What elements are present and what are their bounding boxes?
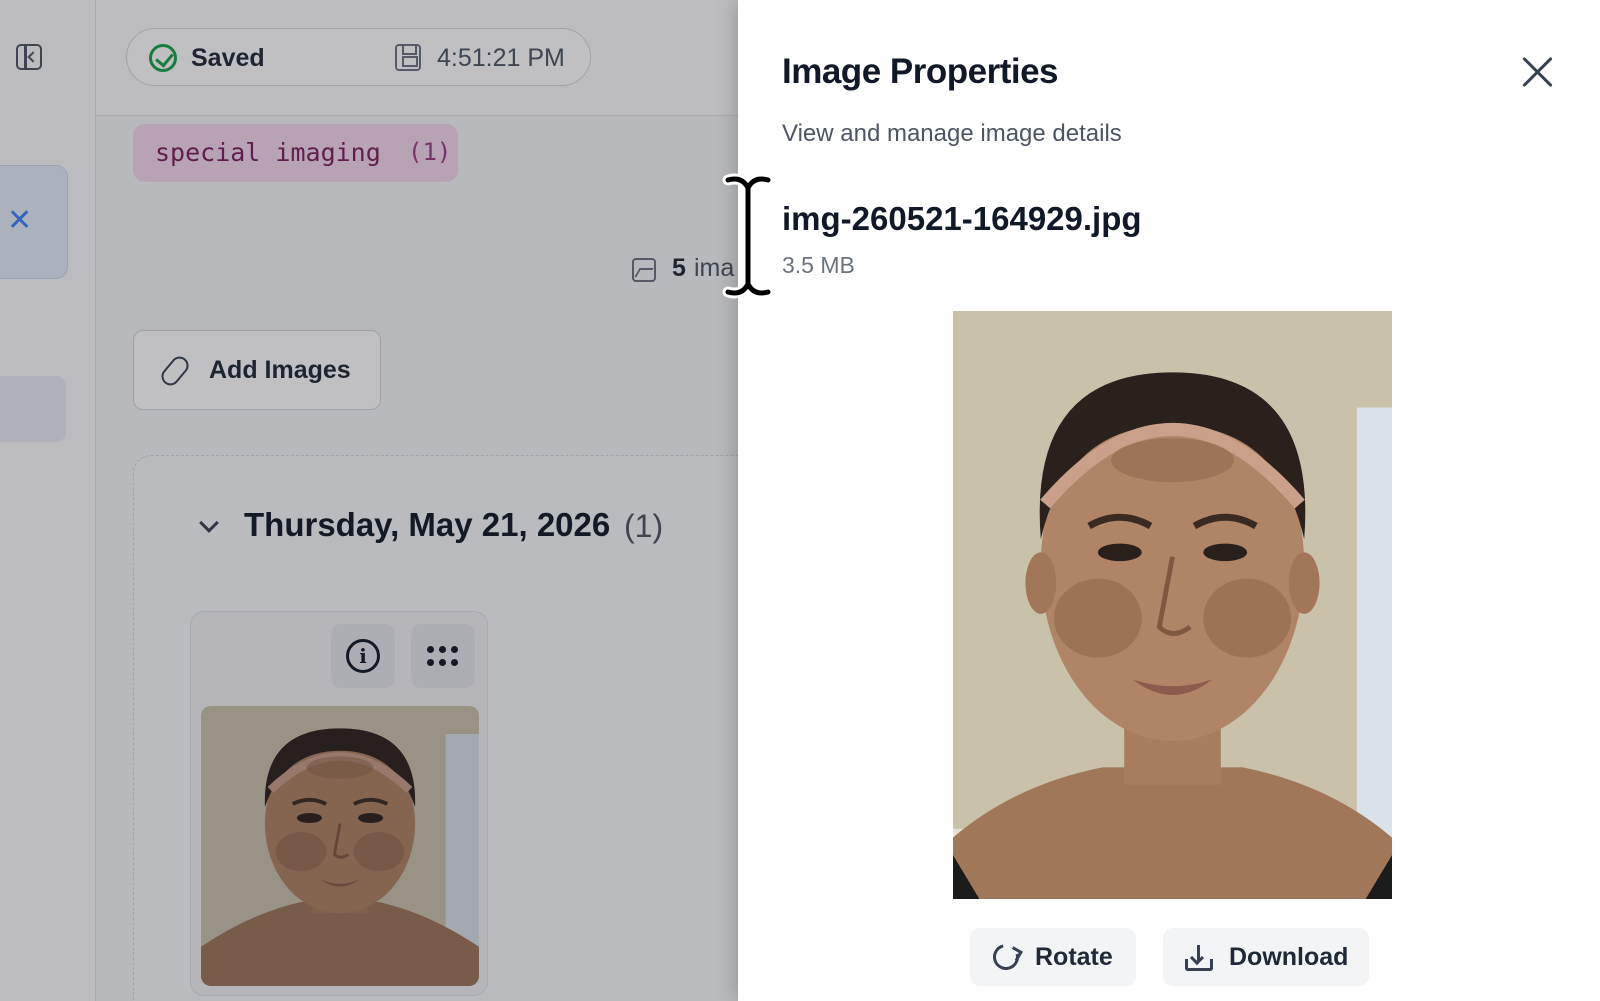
panel-subtitle: View and manage image details [782,120,1122,147]
panel-title: Image Properties [782,52,1059,91]
rotate-label: Rotate [1035,943,1113,971]
image-properties-panel: Image Properties View and manage image d… [738,0,1600,1001]
download-button[interactable]: Download [1163,928,1369,986]
rotate-icon [988,939,1024,975]
file-size: 3.5 MB [782,252,855,278]
modal-backdrop[interactable] [0,0,738,1001]
rotate-button[interactable]: Rotate [970,928,1136,986]
download-icon [1185,945,1213,971]
face-photo-preview [953,311,1392,899]
file-name: img-260521-164929.jpg [782,200,1142,237]
image-preview [953,311,1392,899]
download-label: Download [1229,943,1349,971]
close-icon[interactable] [1520,54,1556,90]
